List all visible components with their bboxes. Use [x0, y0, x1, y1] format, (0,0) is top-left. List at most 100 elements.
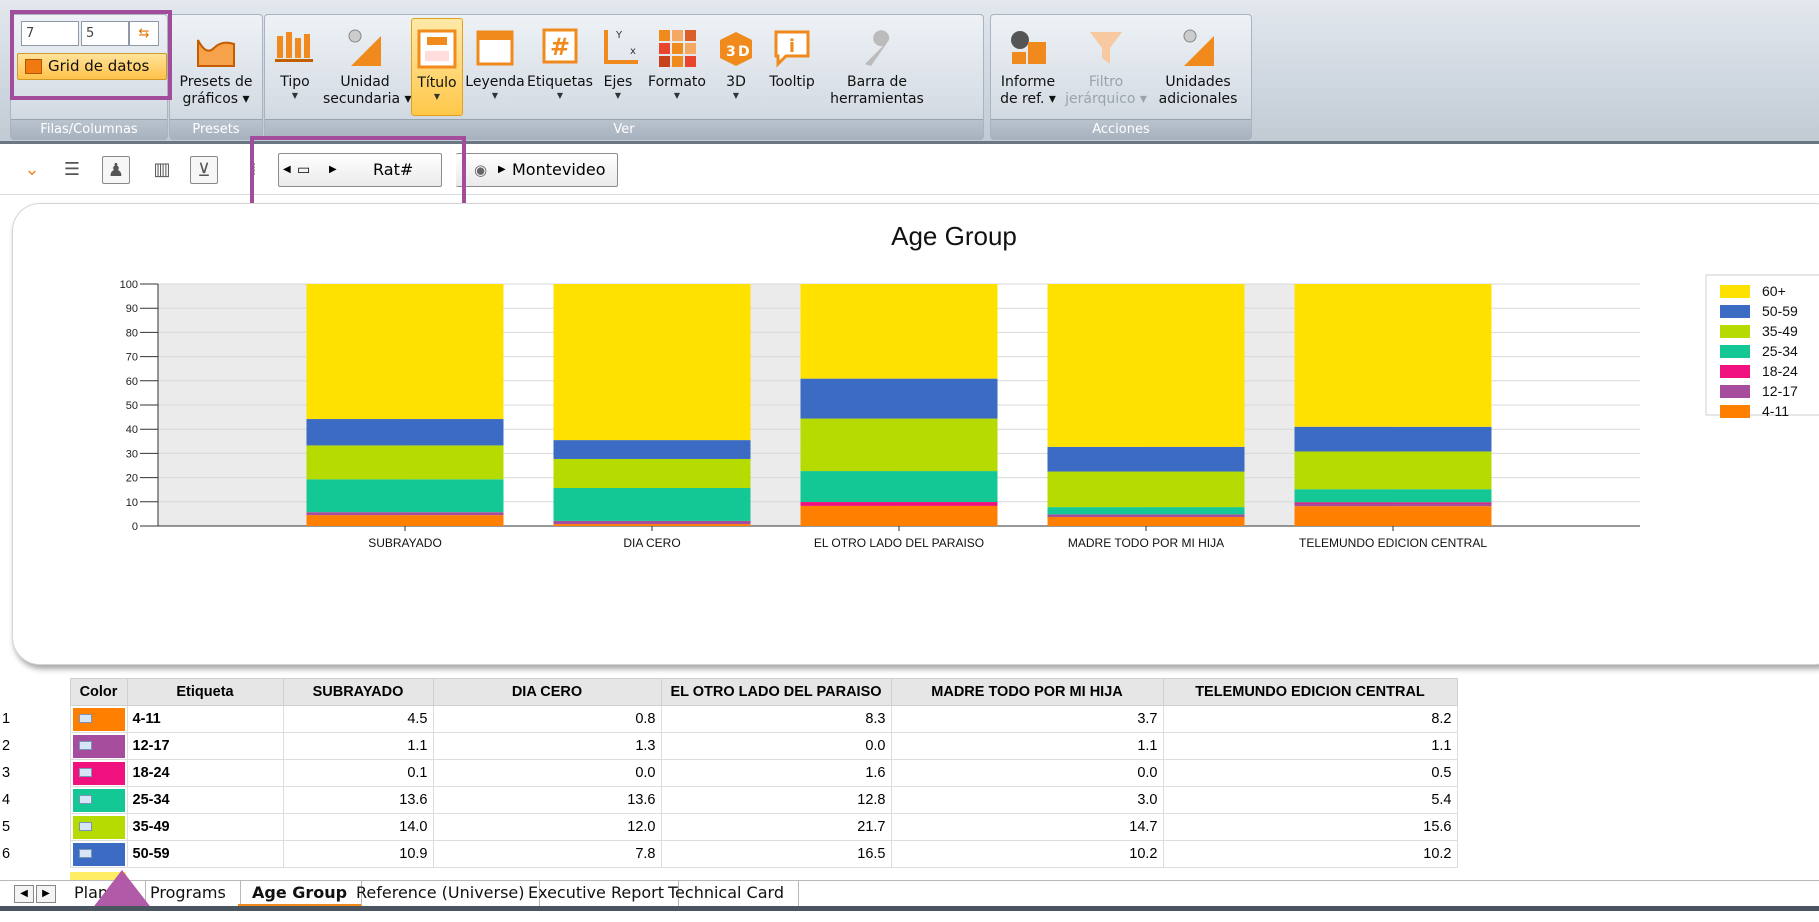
leyenda-button[interactable]: Leyenda ▼ — [465, 18, 525, 116]
label-cell[interactable]: 4-11 — [126, 705, 284, 733]
value-cell[interactable]: 1.1 — [890, 732, 1164, 760]
table-row[interactable]: 5 35-49 14.0 12.0 21.7 14.7 15.6 — [0, 813, 1458, 841]
etiquetas-button[interactable]: # Etiquetas ▼ — [527, 18, 593, 116]
legend-label: 4-11 — [1762, 403, 1789, 419]
value-cell[interactable]: 1.1 — [1162, 732, 1458, 760]
presets-button[interactable]: Presets de gráficos ▾ — [172, 18, 260, 116]
rows-input[interactable]: 7 — [21, 21, 79, 46]
column-header[interactable]: Color — [69, 678, 128, 706]
value-cell[interactable]: 21.7 — [660, 813, 892, 841]
value-cell[interactable]: 12.0 — [432, 813, 662, 841]
unidades-adicionales-button[interactable]: Unidades adicionales — [1149, 18, 1247, 116]
chevron-down-icon[interactable]: ⌄ — [18, 156, 46, 184]
value-cell[interactable]: 0.1 — [282, 759, 434, 787]
label-cell[interactable]: 12-17 — [126, 732, 284, 760]
arrow-left-icon[interactable]: ◀ — [283, 154, 291, 186]
value-cell[interactable]: 1.6 — [660, 759, 892, 787]
formato-button[interactable]: Formato ▼ — [645, 18, 709, 116]
tab-next-button[interactable]: ▶ — [36, 885, 56, 903]
column-header[interactable]: Etiqueta — [126, 678, 284, 706]
value-cell[interactable]: 7.8 — [432, 840, 662, 868]
value-cell[interactable]: 1.3 — [432, 732, 662, 760]
filtro-jerarquico-button[interactable]: Filtro jerárquico ▾ — [1065, 18, 1147, 116]
label-cell[interactable]: 50-59 — [126, 840, 284, 868]
value-cell[interactable]: 0.0 — [660, 732, 892, 760]
value-cell[interactable]: 0.0 — [890, 759, 1164, 787]
color-swatch[interactable] — [72, 842, 125, 866]
value-cell[interactable]: 15.6 — [1162, 813, 1458, 841]
value-cell[interactable]: 10.2 — [890, 840, 1164, 868]
value-cell[interactable]: 13.6 — [282, 786, 434, 814]
color-swatch[interactable] — [72, 707, 125, 731]
titulo-label: Título — [417, 75, 457, 91]
value-cell[interactable]: 10.2 — [1162, 840, 1458, 868]
value-cell[interactable]: 3.0 — [890, 786, 1164, 814]
arrow-right-icon[interactable]: ▶ — [329, 154, 337, 186]
value-cell[interactable]: 1.1 — [282, 732, 434, 760]
tab-reference-universe[interactable]: Reference (Universe) — [342, 881, 540, 907]
bar-segment — [800, 418, 998, 472]
value-cell[interactable]: 16.5 — [660, 840, 892, 868]
color-swatch[interactable] — [72, 734, 125, 758]
column-header[interactable]: SUBRAYADO — [282, 678, 434, 706]
measure-selector[interactable]: ◀ ▭ ▶ Rat# — [278, 153, 442, 187]
value-cell[interactable]: 8.2 — [1162, 705, 1458, 733]
color-swatch[interactable] — [72, 815, 125, 839]
table-row[interactable]: 4 25-34 13.6 13.6 12.8 3.0 5.4 — [0, 786, 1458, 814]
arrow-right-icon[interactable]: ▶ — [498, 154, 506, 186]
column-header[interactable]: EL OTRO LADO DEL PARAISO — [660, 678, 892, 706]
label-cell[interactable]: 18-24 — [126, 759, 284, 787]
color-cell[interactable] — [69, 813, 128, 841]
table-row[interactable]: 6 50-59 10.9 7.8 16.5 10.2 10.2 — [0, 840, 1458, 868]
person-icon[interactable]: ♟ — [102, 156, 130, 184]
informe-ref-button[interactable]: Informe de ref. ▾ — [995, 18, 1061, 116]
grid-de-datos-button[interactable]: Grid de datos — [17, 53, 167, 80]
ejes-button[interactable]: Yx Ejes ▼ — [595, 18, 641, 116]
group-acciones: Informe de ref. ▾ Filtro jerárquico ▾ Un… — [990, 14, 1252, 140]
titulo-button[interactable]: Título ▼ — [411, 18, 463, 116]
unidad-secundaria-button[interactable]: Unidad secundaria ▾ — [323, 18, 412, 116]
swap-rows-cols-icon[interactable]: ⇆ — [129, 21, 159, 46]
value-cell[interactable]: 0.0 — [432, 759, 662, 787]
label-cell[interactable]: 25-34 — [126, 786, 284, 814]
label-cell[interactable]: 35-49 — [126, 813, 284, 841]
columns-icon[interactable]: ▥ — [148, 156, 176, 184]
region-selector[interactable]: ◉ ▶ Montevideo — [456, 153, 618, 187]
value-cell[interactable]: 3.7 — [890, 705, 1164, 733]
table-row[interactable]: 1 4-11 4.5 0.8 8.3 3.7 8.2 — [0, 705, 1458, 733]
list-view-icon[interactable]: ☰ — [58, 156, 86, 184]
unidades-label-2: adicionales — [1158, 91, 1238, 107]
column-header[interactable]: DIA CERO — [432, 678, 662, 706]
value-cell[interactable]: 10.9 — [282, 840, 434, 868]
chart-settings-icon[interactable]: ⊻ — [190, 156, 218, 184]
tab-prev-button[interactable]: ◀ — [14, 885, 34, 903]
color-cell[interactable] — [69, 840, 128, 868]
table-row[interactable]: 3 18-24 0.1 0.0 1.6 0.0 0.5 — [0, 759, 1458, 787]
column-header[interactable]: TELEMUNDO EDICION CENTRAL — [1162, 678, 1458, 706]
column-header[interactable]: MADRE TODO POR MI HIJA — [890, 678, 1164, 706]
barra-herramientas-button[interactable]: Barra de herramientas — [825, 18, 929, 116]
svg-text:#: # — [550, 33, 570, 61]
value-cell[interactable]: 0.8 — [432, 705, 662, 733]
value-cell[interactable]: 5.4 — [1162, 786, 1458, 814]
color-cell[interactable] — [69, 759, 128, 787]
color-cell[interactable] — [69, 732, 128, 760]
tab-technical-card[interactable]: Technical Card — [654, 881, 799, 907]
value-cell[interactable]: 0.5 — [1162, 759, 1458, 787]
value-cell[interactable]: 4.5 — [282, 705, 434, 733]
tooltip-button[interactable]: i Tooltip — [761, 18, 823, 116]
color-cell[interactable] — [69, 786, 128, 814]
value-cell[interactable]: 13.6 — [432, 786, 662, 814]
color-cell[interactable] — [69, 705, 128, 733]
color-swatch[interactable] — [72, 761, 125, 785]
value-cell[interactable]: 14.7 — [890, 813, 1164, 841]
table-row[interactable]: 2 12-17 1.1 1.3 0.0 1.1 1.1 — [0, 732, 1458, 760]
cols-input[interactable]: 5 — [81, 21, 129, 46]
tipo-button[interactable]: Tipo ▼ — [271, 18, 319, 116]
value-cell[interactable]: 12.8 — [660, 786, 892, 814]
legend-label: 18-24 — [1762, 363, 1798, 379]
value-cell[interactable]: 8.3 — [660, 705, 892, 733]
value-cell[interactable]: 14.0 — [282, 813, 434, 841]
3d-button[interactable]: 3D 3D ▼ — [713, 18, 759, 116]
color-swatch[interactable] — [72, 788, 125, 812]
